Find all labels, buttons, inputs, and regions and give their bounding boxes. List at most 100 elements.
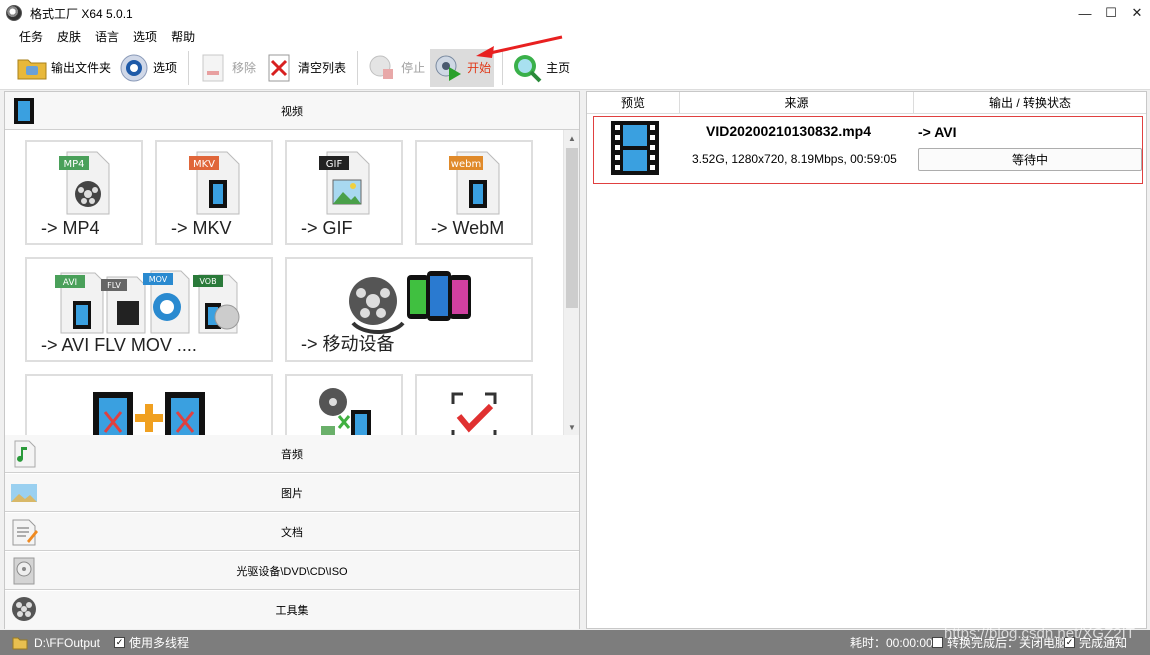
video-join-icon	[27, 382, 271, 435]
title-bar: 格式工厂 X64 5.0.1 — ☐ ✕	[0, 0, 1150, 26]
audio-category-label: 音频	[281, 448, 303, 461]
menu-help[interactable]: 帮助	[164, 28, 202, 45]
document-category-header[interactable]: 文档	[5, 513, 579, 551]
tile-label: -> AVI FLV MOV ....	[41, 335, 197, 355]
task-list-header: 预览 来源 输出 / 转换状态	[587, 92, 1146, 114]
task-list-panel: 预览 来源 输出 / 转换状态 VID20200210130832.mp4 3.…	[586, 91, 1147, 629]
tile-label: -> MKV	[171, 218, 232, 238]
video-file-icon	[611, 121, 659, 175]
tile-label: -> GIF	[301, 218, 353, 238]
maximize-button[interactable]: ☐	[1098, 0, 1124, 26]
output-format: -> AVI	[918, 124, 957, 140]
format-tile-mobile-device[interactable]: -> 移动设备	[285, 257, 533, 362]
image-category-label: 图片	[281, 487, 303, 500]
source-filename: VID20200210130832.mp4	[706, 123, 872, 139]
start-play-icon	[433, 53, 463, 83]
close-button[interactable]: ✕	[1124, 0, 1150, 26]
film-reel-icon	[12, 597, 36, 621]
tools-category-header[interactable]: 工具集	[5, 591, 579, 629]
toolbar-divider	[357, 50, 359, 85]
grid-scrollbar[interactable]: ▲ ▼	[563, 130, 579, 435]
window-title: 格式工厂 X64 5.0.1	[30, 6, 133, 21]
document-icon	[12, 519, 38, 546]
image-category-header[interactable]: 图片	[5, 474, 579, 512]
menu-skin[interactable]: 皮肤	[50, 28, 88, 45]
format-tile-mkv[interactable]: MKV -> MKV	[155, 140, 273, 245]
scroll-thumb[interactable]	[566, 148, 578, 308]
column-output-status[interactable]: 输出 / 转换状态	[914, 92, 1146, 113]
tools-category-label: 工具集	[275, 605, 309, 617]
scroll-down-icon[interactable]: ▼	[564, 419, 580, 435]
minimize-button[interactable]: —	[1072, 0, 1098, 26]
scroll-up-icon[interactable]: ▲	[564, 130, 580, 146]
menu-language[interactable]: 语言	[88, 28, 126, 45]
output-path[interactable]: D:\FFOutput	[34, 636, 100, 650]
window-controls: — ☐ ✕	[1072, 0, 1150, 26]
format-tile-mp4[interactable]: MP4 -> MP4	[25, 140, 143, 245]
column-source[interactable]: 来源	[680, 92, 914, 113]
output-folder-button[interactable]: 输出文件夹	[14, 49, 114, 87]
output-folder-icon	[12, 637, 28, 649]
picture-icon	[11, 484, 37, 502]
multithread-label: 使用多线程	[129, 636, 190, 650]
mkv-file-icon: MKV	[157, 148, 271, 226]
menu-options[interactable]: 选项	[126, 28, 164, 45]
options-gear-icon	[119, 53, 149, 83]
stop-label: 停止	[401, 61, 426, 75]
menu-bar: 任务 皮肤 语言 选项 帮助	[0, 26, 1150, 46]
menu-task[interactable]: 任务	[12, 28, 50, 45]
svg-text:FLV: FLV	[107, 281, 121, 290]
annotation-arrow-icon	[476, 35, 563, 58]
source-file-info: 3.52G, 1280x720, 8.19Mbps, 00:59:05	[692, 152, 897, 166]
remove-button[interactable]: 移除	[195, 49, 259, 87]
format-tile-video-clip[interactable]	[285, 374, 403, 435]
options-button[interactable]: 选项	[116, 49, 180, 87]
tile-label: -> WebM	[431, 218, 505, 238]
video-format-grid: MP4 -> MP4 MKV -> MKV GIF -> GIF webm ->…	[5, 130, 563, 435]
video-category-header[interactable]: 视频	[5, 92, 579, 130]
stop-icon	[367, 53, 397, 83]
disc-drive-icon	[13, 557, 35, 585]
format-tile-avi-flv-mov[interactable]: AVI FLV MOV VOB -> AVI FLV MOV ....	[25, 257, 273, 362]
shutdown-checkbox[interactable]	[932, 637, 943, 648]
disc-category-label: 光驱设备\DVD\CD\ISO	[236, 565, 348, 578]
svg-text:VOB: VOB	[199, 277, 216, 286]
folder-icon	[17, 53, 47, 83]
svg-text:MP4: MP4	[63, 159, 84, 170]
format-tile-webm[interactable]: webm -> WebM	[415, 140, 533, 245]
svg-text:AVI: AVI	[63, 278, 77, 288]
remove-label: 移除	[232, 61, 257, 75]
toolbar: 输出文件夹 选项 移除 清空列表 停止 开始 主页	[0, 46, 1150, 90]
format-tile-video-joiner[interactable]	[25, 374, 273, 435]
svg-text:webm: webm	[451, 159, 481, 170]
task-row[interactable]: VID20200210130832.mp4 3.52G, 1280x720, 8…	[593, 116, 1143, 184]
clear-list-button[interactable]: 清空列表	[261, 49, 349, 87]
film-strip-icon	[14, 98, 34, 124]
output-folder-label: 输出文件夹	[51, 61, 112, 75]
disc-category-header[interactable]: 光驱设备\DVD\CD\ISO	[5, 552, 579, 590]
format-tile-gif[interactable]: GIF -> GIF	[285, 140, 403, 245]
video-category-label: 视频	[281, 105, 303, 118]
webm-file-icon: webm	[417, 148, 531, 226]
elapsed-time: 耗时：00:00:00	[850, 636, 933, 650]
clear-list-label: 清空列表	[298, 61, 347, 75]
checkmark-crop-icon	[417, 382, 531, 435]
clear-list-icon	[264, 53, 294, 83]
watermark: https://blog.csdn.net/XGZ2IT	[944, 625, 1135, 642]
gif-file-icon: GIF	[287, 148, 401, 226]
music-note-icon	[14, 440, 36, 468]
toolbar-divider	[188, 50, 190, 85]
remove-icon	[198, 53, 228, 83]
svg-text:MKV: MKV	[193, 159, 215, 170]
audio-category-header[interactable]: 音频	[5, 435, 579, 473]
stop-button[interactable]: 停止	[364, 49, 428, 87]
document-category-label: 文档	[281, 526, 303, 539]
app-logo-icon	[6, 5, 22, 21]
tile-label: -> 移动设备	[301, 334, 395, 354]
mp4-file-icon: MP4	[27, 148, 141, 226]
svg-text:GIF: GIF	[326, 159, 343, 170]
multithread-checkbox[interactable]: ✓	[114, 637, 126, 648]
format-tile-video-crop[interactable]	[415, 374, 533, 435]
column-preview[interactable]: 预览	[587, 92, 680, 113]
video-clip-icon	[287, 382, 401, 435]
